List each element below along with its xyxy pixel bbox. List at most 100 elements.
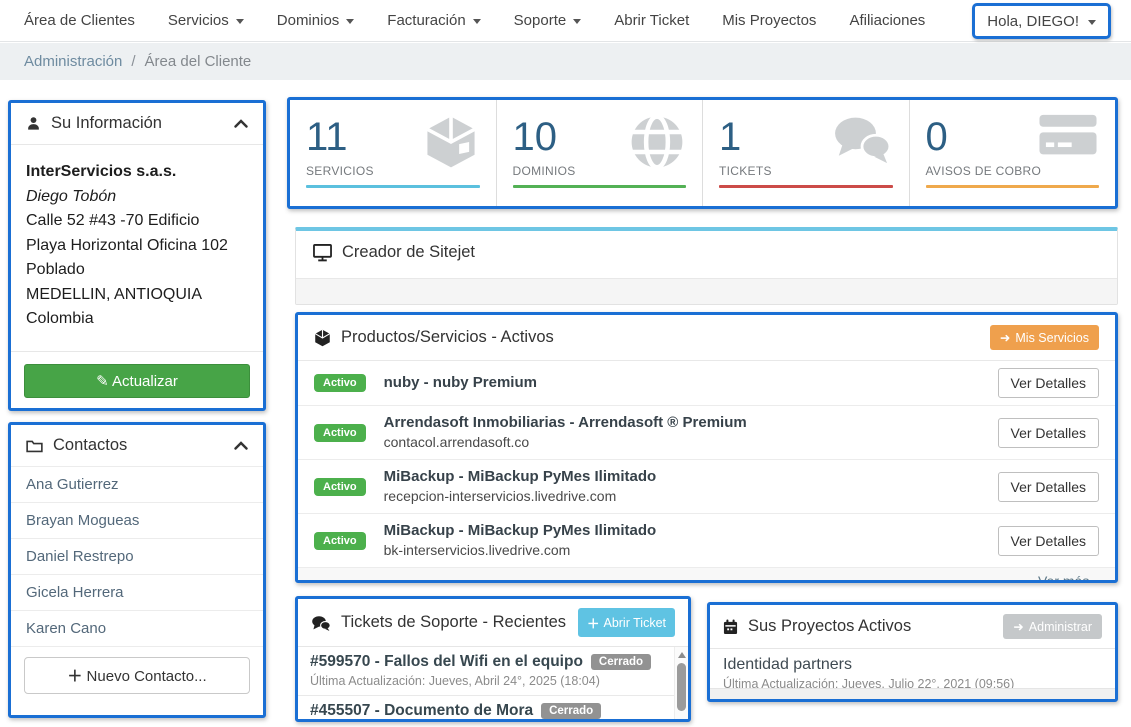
nav-dominios[interactable]: Dominios (277, 12, 355, 29)
nav-facturacion[interactable]: Facturación (387, 12, 480, 29)
arrow-right-icon: ➜ (1000, 330, 1010, 345)
sitejet-builder-panel: Creador de Sitejet (295, 227, 1118, 305)
recent-tickets-panel: Tickets de Soporte - Recientes ＋Abrir Ti… (295, 596, 691, 722)
service-name: nuby - nuby Premium (384, 373, 537, 393)
status-badge: Activo (314, 374, 366, 392)
your-info-panel: Su Información InterServicios s.a.s. Die… (8, 100, 266, 411)
caret-down-icon (473, 19, 481, 24)
projects-panel-footer (710, 688, 1115, 699)
project-name-link[interactable]: Identidad partners (723, 656, 1102, 674)
manage-projects-button[interactable]: ➜Administrar (1003, 614, 1102, 639)
nav-mis-proyectos[interactable]: Mis Proyectos (722, 12, 816, 29)
ticket-status-badge: Cerrado (591, 654, 651, 670)
sitejet-panel-title: Creador de Sitejet (342, 243, 475, 262)
stat-servicios[interactable]: 11 SERVICIOS (290, 100, 497, 206)
view-details-button[interactable]: Ver Detalles (998, 368, 1099, 398)
nav-servicios[interactable]: Servicios (168, 12, 244, 29)
contacts-panel-header[interactable]: Contactos (11, 425, 263, 466)
credit-card-icon (1037, 113, 1099, 159)
service-name: MiBackup - MiBackup PyMes Ilimitado (384, 521, 657, 541)
chevron-up-icon[interactable] (234, 119, 248, 128)
address-line: Colombia (26, 307, 248, 332)
pencil-icon: ✎ (96, 373, 112, 390)
ticket-row[interactable]: #455507 - Documento de Mora Cerrado (298, 696, 688, 722)
folder-icon (26, 439, 43, 453)
stat-avisos-de-cobro[interactable]: 0 AVISOS DE COBRO (910, 100, 1116, 206)
stat-dominios-bar (513, 185, 687, 188)
stat-avisos-bar (926, 185, 1100, 188)
status-badge: Activo (314, 532, 366, 550)
ticket-title: #455507 - Documento de Mora (310, 702, 533, 720)
sitejet-panel-footer (296, 278, 1117, 304)
client-company: InterServicios s.a.s. (26, 160, 248, 185)
chevron-up-icon[interactable] (234, 441, 248, 450)
open-ticket-button[interactable]: ＋Abrir Ticket (578, 608, 675, 637)
breadcrumb: Administración / Área del Cliente (0, 43, 1131, 80)
service-row: Activo MiBackup - MiBackup PyMes Ilimita… (298, 514, 1115, 568)
contact-list-item[interactable]: Brayan Mogueas (11, 502, 263, 538)
service-name: Arrendasoft Inmobiliarias - Arrendasoft … (384, 413, 747, 433)
update-details-button[interactable]: ✎ Actualizar (24, 364, 250, 398)
contacts-panel-footer: ＋ Nuevo Contacto... (11, 646, 263, 704)
stat-tickets[interactable]: 1 TICKETS (703, 100, 910, 206)
service-name: MiBackup - MiBackup PyMes Ilimitado (384, 467, 657, 487)
nav-afiliaciones[interactable]: Afiliaciones (849, 12, 925, 29)
view-details-button[interactable]: Ver Detalles (998, 418, 1099, 448)
active-projects-panel: Sus Proyectos Activos ➜Administrar Ident… (707, 602, 1118, 702)
stat-tickets-label: TICKETS (719, 164, 893, 178)
address-line: MEDELLIN, ANTIOQUIA (26, 283, 248, 308)
service-row: Activo nuby - nuby Premium Ver Detalles (298, 361, 1115, 406)
arrow-right-icon: ➜ (1013, 619, 1023, 634)
sitejet-panel-header[interactable]: Creador de Sitejet (296, 231, 1117, 274)
tickets-scrollbar[interactable] (674, 647, 688, 722)
view-more-link[interactable]: Ver más... (1038, 573, 1101, 583)
stats-row: 11 SERVICIOS 10 DOMINIOS 1 TICKETS 0 A (287, 97, 1118, 209)
contacts-panel-title: Contactos (53, 436, 127, 455)
tickets-list: #599570 - Fallos del Wifi en el equipo C… (298, 647, 688, 722)
caret-down-icon (1088, 20, 1096, 25)
ticket-status-badge: Cerrado (541, 703, 601, 719)
breadcrumb-home-link[interactable]: Administración (24, 53, 122, 70)
your-info-panel-title: Su Información (51, 114, 162, 133)
status-badge: Activo (314, 478, 366, 496)
comments-icon (311, 615, 331, 631)
plus-icon: ＋ (67, 668, 86, 685)
contact-list-item[interactable]: Gicela Herrera (11, 574, 263, 610)
view-details-button[interactable]: Ver Detalles (998, 472, 1099, 502)
comments-icon (831, 113, 893, 165)
client-area-page: Área de Clientes Servicios Dominios Fact… (0, 0, 1131, 727)
globe-icon (628, 113, 686, 171)
my-services-button[interactable]: ➜Mis Servicios (990, 325, 1099, 350)
user-menu-button[interactable]: Hola, DIEGO! (972, 3, 1111, 39)
your-info-panel-footer: ✎ Actualizar (11, 351, 263, 410)
ticket-title: #599570 - Fallos del Wifi en el equipo (310, 653, 583, 671)
nav-soporte[interactable]: Soporte (514, 12, 582, 29)
scroll-up-arrow-icon[interactable] (678, 652, 686, 658)
monitor-icon (313, 244, 332, 262)
address-line: Playa Horizontal Oficina 102 (26, 234, 248, 259)
stat-dominios[interactable]: 10 DOMINIOS (497, 100, 704, 206)
contact-list-item[interactable]: Karen Cano (11, 610, 263, 646)
scrollbar-thumb[interactable] (677, 663, 686, 711)
cube-icon (422, 113, 480, 171)
tickets-panel-title: Tickets de Soporte - Recientes (341, 613, 566, 632)
contacts-panel: Contactos Ana Gutierrez Brayan Mogueas D… (8, 422, 266, 718)
stat-servicios-bar (306, 185, 480, 188)
view-details-button[interactable]: Ver Detalles (998, 526, 1099, 556)
ticket-row[interactable]: #599570 - Fallos del Wifi en el equipo C… (298, 647, 688, 696)
caret-down-icon (236, 19, 244, 24)
contact-list-item[interactable]: Daniel Restrepo (11, 538, 263, 574)
contact-list-item[interactable]: Ana Gutierrez (11, 466, 263, 502)
your-info-panel-header[interactable]: Su Información (11, 103, 263, 144)
nav-area-de-clientes[interactable]: Área de Clientes (24, 12, 135, 29)
client-address-block: InterServicios s.a.s. Diego Tobón Calle … (11, 145, 263, 342)
address-line: Poblado (26, 258, 248, 283)
stat-tickets-bar (719, 185, 893, 188)
user-icon (26, 116, 41, 131)
new-contact-button[interactable]: ＋ Nuevo Contacto... (24, 657, 250, 694)
services-panel-header: Productos/Servicios - Activos ➜Mis Servi… (298, 315, 1115, 361)
breadcrumb-current: Área del Cliente (145, 53, 252, 70)
nav-abrir-ticket[interactable]: Abrir Ticket (614, 12, 689, 29)
projects-panel-title: Sus Proyectos Activos (748, 617, 911, 636)
service-row: Activo Arrendasoft Inmobiliarias - Arren… (298, 406, 1115, 460)
